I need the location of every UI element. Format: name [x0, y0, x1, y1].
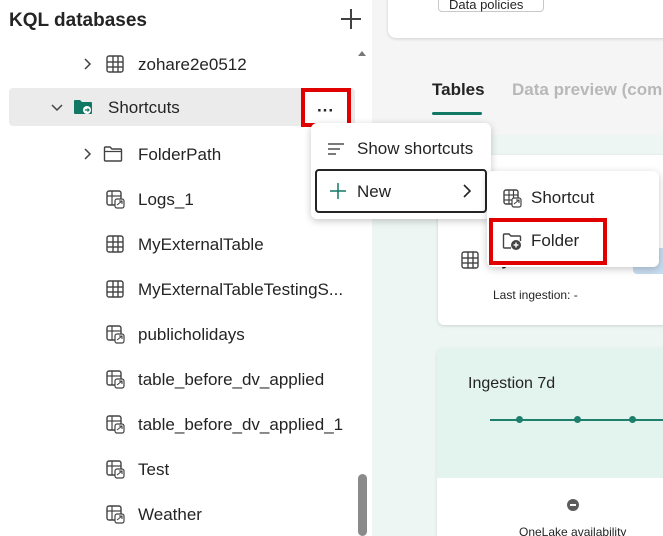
external-table-icon — [105, 369, 125, 389]
tree-item-logs-1[interactable]: Logs_1 — [0, 180, 355, 218]
chevron-right-icon[interactable] — [80, 147, 94, 161]
ingestion-card-title: Ingestion 7d — [468, 375, 556, 392]
tree-item-table-before-dv-applied[interactable]: table_before_dv_applied — [0, 360, 355, 398]
data-policies-button[interactable]: Data policies — [438, 0, 544, 12]
tree-item-label: Test — [138, 460, 170, 479]
last-ingestion-text: Last ingestion: - — [493, 288, 578, 302]
tree-item-folderpath[interactable]: FolderPath — [0, 135, 355, 173]
table-icon — [460, 250, 480, 270]
sparkline-point — [516, 416, 523, 423]
sparkline-point — [574, 416, 581, 423]
tree-item-label: Weather — [138, 505, 202, 524]
shortcut-folder-icon — [73, 97, 93, 117]
folder-highlight-box — [489, 218, 607, 265]
tree-item-label: MyExternalTable — [138, 235, 264, 254]
add-icon[interactable] — [340, 8, 362, 30]
tab-data-preview[interactable]: Data preview (comi — [512, 80, 663, 100]
shortcut-table-icon — [502, 188, 522, 208]
plus-icon — [328, 181, 348, 201]
chevron-right-icon — [459, 183, 475, 199]
scrollbar-thumb[interactable] — [358, 474, 367, 536]
menu-item-new[interactable]: New — [315, 169, 487, 213]
active-tab-indicator — [432, 112, 482, 115]
tree-item-label: Logs_1 — [138, 190, 194, 209]
external-table-icon — [105, 324, 125, 344]
table-icon — [105, 54, 125, 74]
scroll-up-icon[interactable] — [356, 45, 368, 56]
menu-item-shortcut[interactable]: Shortcut — [487, 177, 659, 219]
menu-item-label: New — [357, 182, 392, 201]
list-icon — [326, 139, 346, 159]
pane-title: KQL databases — [9, 10, 147, 31]
tree-item-label: publicholidays — [138, 325, 245, 344]
tree-item-publicholidays[interactable]: publicholidays — [0, 315, 355, 353]
chevron-down-icon[interactable] — [50, 100, 64, 114]
menu-item-label: Show shortcuts — [357, 139, 474, 158]
onelake-availability-label: OneLake availability — [519, 525, 627, 536]
tree-item-table-before-dv-applied-1[interactable]: table_before_dv_applied_1 — [0, 405, 355, 443]
external-table-icon — [105, 504, 125, 524]
tree-item-label: table_before_dv_applied_1 — [138, 415, 344, 434]
menu-item-label: Shortcut — [531, 188, 595, 207]
folder-icon — [103, 144, 123, 164]
tree-item-weather[interactable]: Weather — [0, 495, 355, 533]
tree-item-zohare2e0512[interactable]: zohare2e0512 — [0, 45, 355, 83]
tree-item-label: FolderPath — [138, 145, 222, 164]
more-options-icon: ··· — [317, 101, 334, 120]
tree-item-label: MyExternalTableTestingS... — [138, 280, 344, 299]
external-table-icon — [105, 414, 125, 434]
tree-item-myexternaltabletesting[interactable]: MyExternalTableTestingS... — [0, 270, 355, 308]
tree-item-myexternaltable[interactable]: MyExternalTable — [0, 225, 355, 263]
tab-tables[interactable]: Tables — [432, 80, 485, 100]
menu-item-show-shortcuts[interactable]: Show shortcuts — [311, 128, 491, 170]
table-icon — [105, 234, 125, 254]
status-minus-icon — [567, 499, 579, 511]
chevron-right-icon[interactable] — [80, 57, 94, 71]
external-table-icon — [105, 189, 125, 209]
external-table-icon — [105, 459, 125, 479]
tree-item-label: table_before_dv_applied — [138, 370, 325, 389]
tree-item-test[interactable]: Test — [0, 450, 355, 488]
table-icon — [105, 279, 125, 299]
sparkline-point — [629, 416, 636, 423]
tree-item-label: Shortcuts — [108, 98, 180, 117]
explorer-pane: KQL databases zohare2e0512 Shortcuts Fol… — [0, 0, 372, 536]
more-options-button[interactable]: ··· — [301, 88, 351, 127]
tree-item-label: zohare2e0512 — [138, 55, 247, 74]
context-menu: Show shortcuts New — [311, 123, 491, 219]
